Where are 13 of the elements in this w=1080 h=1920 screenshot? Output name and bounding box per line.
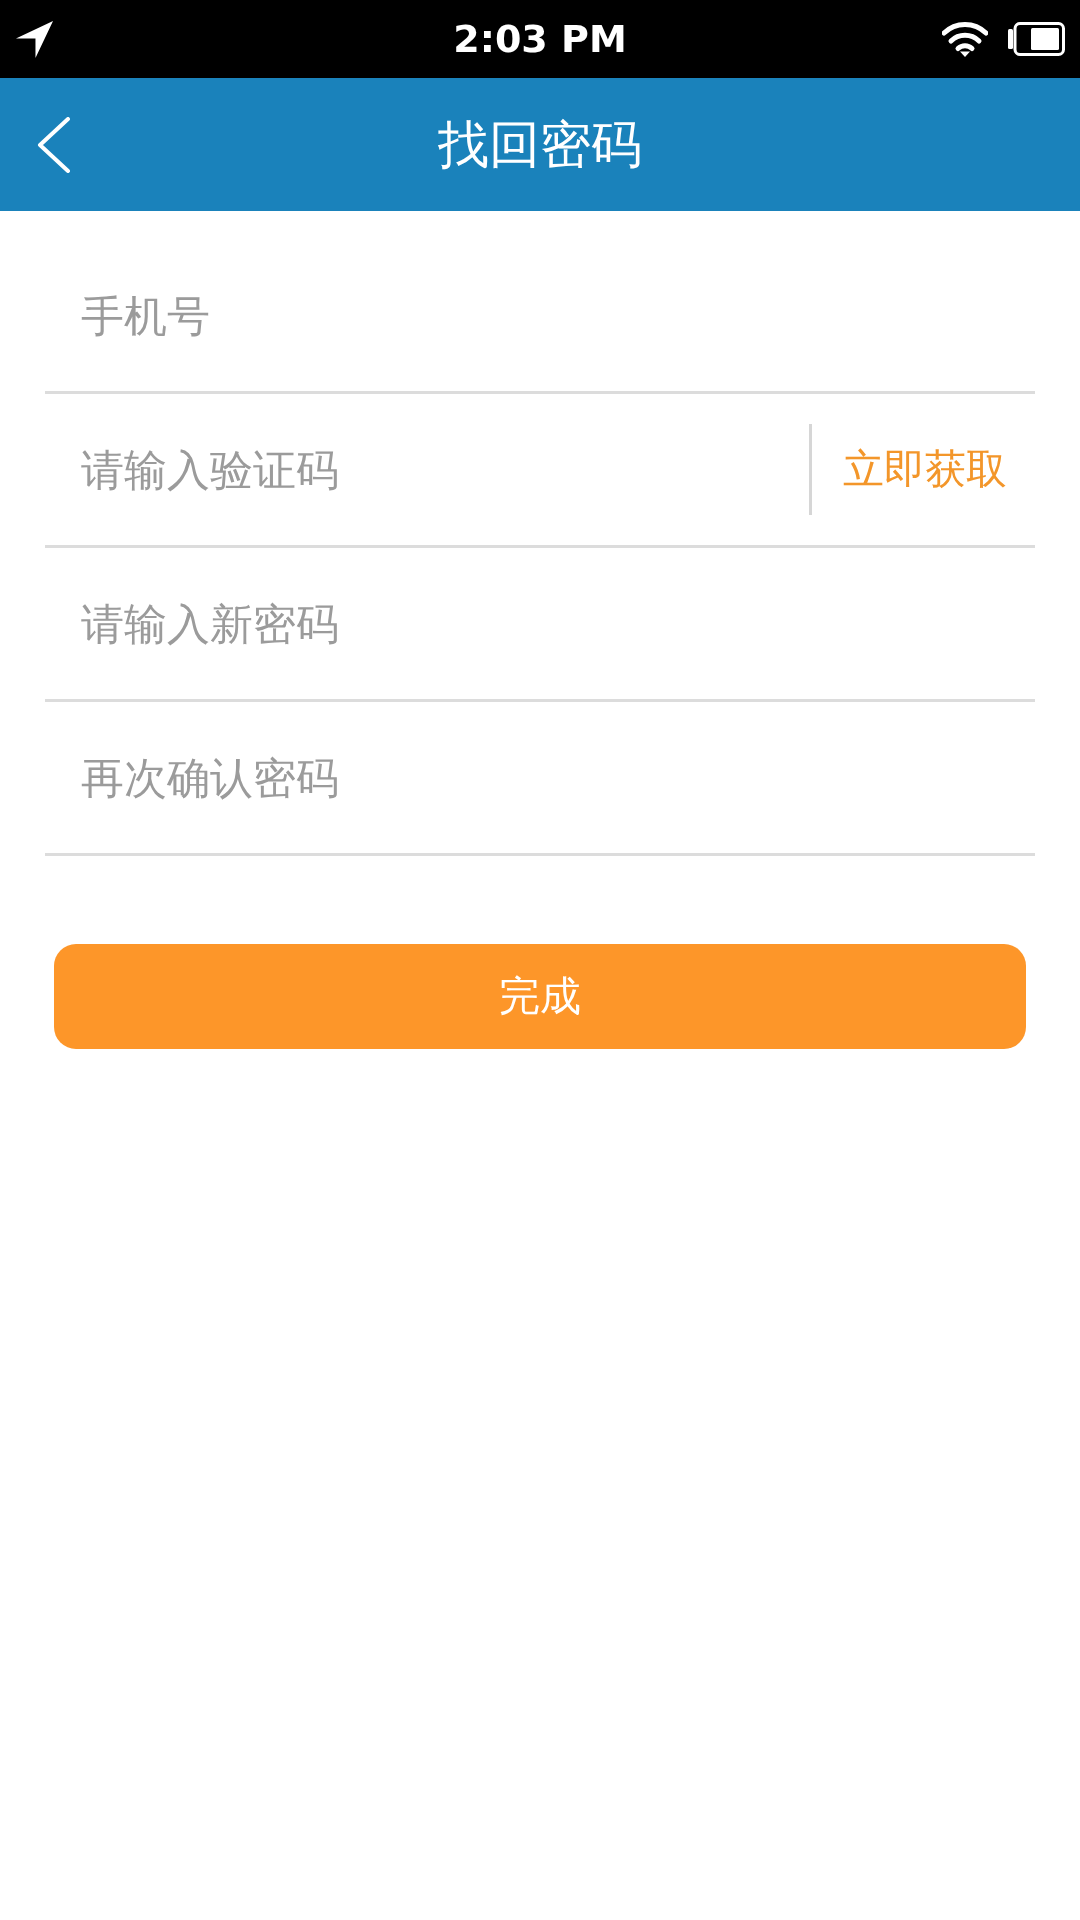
input-field[interactable]: 再次确认密码 (45, 702, 1035, 853)
submit-button[interactable]: 完成 (54, 944, 1026, 1049)
get-code-button[interactable]: 立即获取 (843, 443, 1007, 496)
location-arrow-icon (15, 19, 54, 59)
status-time: 2:03 PM (453, 20, 627, 58)
input-field[interactable]: 手机号 (45, 240, 1035, 391)
input-field[interactable]: 请输入验证码 (45, 394, 809, 545)
back-button[interactable] (37, 116, 71, 173)
battery-icon (1007, 22, 1065, 56)
page-title: 找回密码 (438, 119, 642, 170)
input-field[interactable]: 请输入新密码 (45, 548, 1035, 699)
back-chevron-icon (37, 116, 71, 173)
wifi-icon (942, 20, 988, 58)
